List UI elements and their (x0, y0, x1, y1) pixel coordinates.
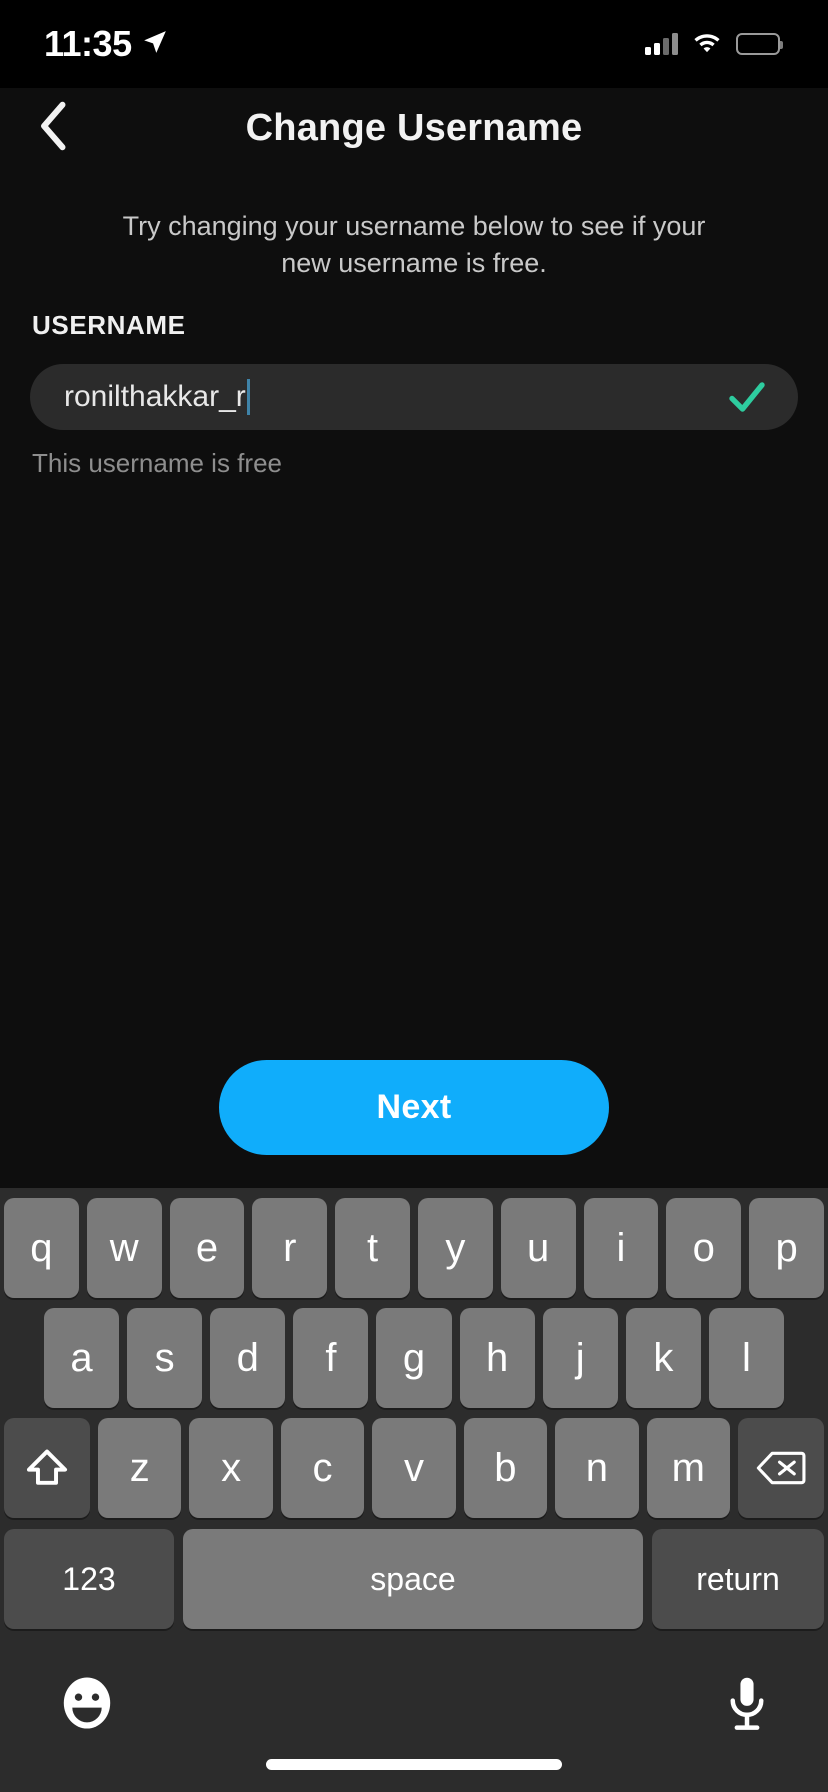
key-b[interactable]: b (463, 1418, 548, 1518)
username-input[interactable]: ronilthakkar_r (30, 364, 798, 430)
key-t[interactable]: t (335, 1198, 410, 1298)
checkmark-icon (726, 376, 768, 418)
page-title: Change Username (245, 106, 583, 149)
space-key[interactable]: space (183, 1529, 643, 1629)
dictation-key[interactable] (724, 1674, 770, 1739)
navigation-bar: Change Username (0, 88, 828, 168)
next-button-label: Next (376, 1088, 452, 1126)
backspace-delete-icon (756, 1448, 806, 1488)
key-r[interactable]: r (252, 1198, 328, 1298)
key-g[interactable]: g (376, 1308, 452, 1408)
numbers-key[interactable]: 123 (4, 1529, 174, 1629)
key-z[interactable]: z (98, 1418, 182, 1518)
key-u[interactable]: u (500, 1198, 576, 1298)
key-d[interactable]: d (210, 1308, 286, 1408)
next-button[interactable]: Next (219, 1060, 609, 1155)
battery-icon (736, 33, 783, 55)
status-bar-left: 11:35 (44, 26, 168, 62)
status-bar-clock: 11:35 (44, 23, 132, 64)
phone-screen: 11:35 Change Username Try changing your … (0, 0, 828, 1792)
return-key[interactable]: return (652, 1529, 824, 1629)
key-a[interactable]: a (44, 1308, 120, 1408)
keyboard-row-4: 123 space return (0, 1524, 828, 1634)
status-bar-right (645, 31, 783, 58)
key-m[interactable]: m (646, 1418, 730, 1518)
key-i[interactable]: i (583, 1198, 659, 1298)
key-q[interactable]: q (4, 1198, 79, 1298)
key-f[interactable]: f (293, 1308, 369, 1408)
key-v[interactable]: v (372, 1418, 456, 1518)
username-input-value: ronilthakkar_r (64, 380, 246, 413)
shift-key[interactable] (4, 1418, 90, 1518)
key-w[interactable]: w (86, 1198, 162, 1298)
key-l[interactable]: l (708, 1308, 784, 1408)
cellular-signal-icon (645, 33, 678, 55)
key-o[interactable]: o (666, 1198, 742, 1298)
key-c[interactable]: c (280, 1418, 365, 1518)
status-bar: 11:35 (0, 0, 828, 88)
location-arrow-icon (142, 29, 168, 60)
key-e[interactable]: e (169, 1198, 245, 1298)
microphone-icon (724, 1677, 770, 1738)
key-s[interactable]: s (127, 1308, 203, 1408)
on-screen-keyboard: q w e r t y u i o p a s d f g h j k l z … (0, 1188, 828, 1792)
backspace-key[interactable] (737, 1418, 824, 1518)
username-availability-message: This username is free (32, 448, 282, 478)
chevron-left-icon (37, 100, 71, 157)
shift-up-arrow-icon (24, 1445, 70, 1491)
text-cursor (246, 379, 250, 415)
emoji-key[interactable] (58, 1674, 116, 1737)
key-j[interactable]: j (542, 1308, 618, 1408)
keyboard-row-2: a s d f g h j k l (0, 1302, 828, 1414)
emoji-smiley-icon (58, 1677, 116, 1736)
page-subtitle: Try changing your username below to see … (122, 211, 706, 279)
key-p[interactable]: p (749, 1198, 824, 1298)
key-x[interactable]: x (189, 1418, 273, 1518)
home-indicator (266, 1759, 562, 1770)
key-k[interactable]: k (625, 1308, 701, 1408)
wifi-icon (692, 31, 722, 58)
key-n[interactable]: n (555, 1418, 639, 1518)
keyboard-row-1: q w e r t y u i o p (0, 1192, 828, 1304)
username-field-label: USERNAME (32, 310, 186, 340)
keyboard-row-3: z x c v b n m (0, 1412, 828, 1524)
back-button[interactable] (22, 96, 86, 160)
key-y[interactable]: y (417, 1198, 493, 1298)
key-h[interactable]: h (459, 1308, 535, 1408)
